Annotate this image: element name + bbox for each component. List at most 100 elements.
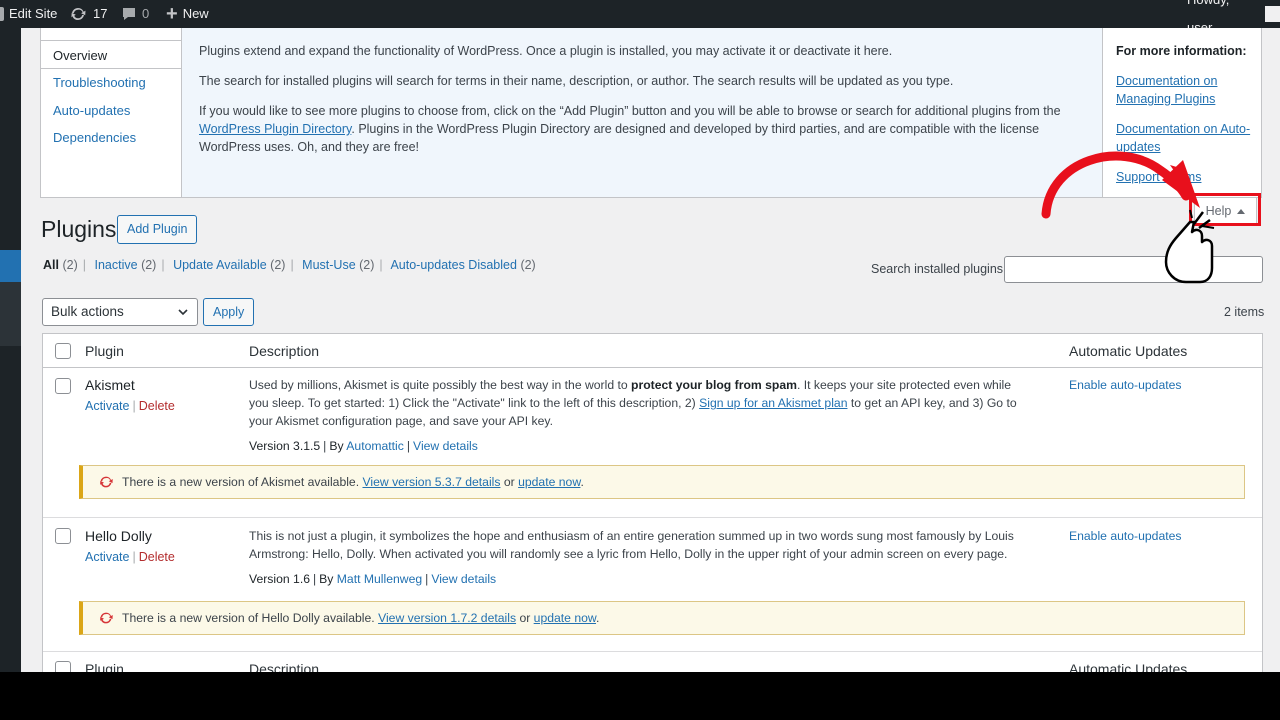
column-footer-description: Description xyxy=(249,661,320,672)
my-account-link[interactable]: Howdy, user xyxy=(1187,0,1280,35)
enable-auto-updates-link[interactable]: Enable auto-updates xyxy=(1069,378,1182,392)
by-label: By xyxy=(319,572,334,586)
enable-auto-updates-link[interactable]: Enable auto-updates xyxy=(1069,529,1182,543)
desc-bold: protect your blog from spam xyxy=(631,378,797,392)
help-tab-troubleshooting[interactable]: Troubleshooting xyxy=(53,75,146,90)
update-notice: There is a new version of Akismet availa… xyxy=(79,465,1245,499)
items-count: 2 items xyxy=(1224,305,1265,319)
update-now-link[interactable]: update now xyxy=(534,611,596,625)
bulk-actions-value: Bulk actions xyxy=(51,304,124,319)
akismet-signup-link[interactable]: Sign up for an Akismet plan xyxy=(699,396,847,410)
select-all-checkbox[interactable] xyxy=(55,343,71,359)
author-link[interactable]: Automattic xyxy=(346,439,404,453)
column-header-auto-updates: Automatic Updates xyxy=(1069,343,1188,359)
update-icon xyxy=(100,612,113,624)
table-row: Akismet Activate | Delete Used by millions… xyxy=(43,368,1262,518)
table-row: Hello Dolly Activate | Delete This is not … xyxy=(43,518,1262,652)
edit-site-label: Edit Site xyxy=(9,6,58,21)
avatar xyxy=(1264,6,1280,22)
updates-link[interactable]: 17 xyxy=(68,0,107,28)
plugin-version-line: Version 3.1.5 | By Automattic | View details xyxy=(249,439,478,453)
plugin-checkbox[interactable] xyxy=(55,378,71,394)
filter-inactive-count: (2) xyxy=(141,258,157,272)
edit-site-link[interactable]: Edit Site xyxy=(0,0,57,28)
view-version-link[interactable]: View version 1.7.2 details xyxy=(378,611,516,625)
view-version-link[interactable]: View version 5.3.7 details xyxy=(362,475,500,489)
bulk-actions-select[interactable]: Bulk actions xyxy=(42,298,198,326)
doc-managing-plugins-link[interactable]: Documentation on Managing Plugins xyxy=(1116,72,1256,108)
notice-message: There is a new version of Akismet availa… xyxy=(122,475,360,489)
column-footer-auto-updates: Automatic Updates xyxy=(1069,661,1188,672)
filter-all[interactable]: All xyxy=(43,258,59,272)
plugin-directory-link[interactable]: WordPress Plugin Directory xyxy=(199,122,351,136)
help-paragraph-2: The search for installed plugins will se… xyxy=(199,74,954,88)
highlight-box xyxy=(1189,193,1261,226)
author-link[interactable]: Matt Mullenweg xyxy=(337,572,422,586)
comments-link[interactable]: 0 xyxy=(121,0,149,28)
select-all-checkbox-footer[interactable] xyxy=(55,661,71,672)
delete-link[interactable]: Delete xyxy=(139,399,175,413)
support-forums-link[interactable]: Support forums xyxy=(1116,168,1256,186)
update-icon xyxy=(100,476,113,488)
filter-inactive[interactable]: Inactive xyxy=(94,258,137,272)
plugin-actions: Activate | Delete xyxy=(85,399,175,413)
admin-menu-sidebar xyxy=(0,28,21,672)
notice-text: There is a new version of Hello Dolly av… xyxy=(122,611,599,625)
comment-icon xyxy=(123,8,135,20)
plugin-version: Version 1.6 xyxy=(249,572,310,586)
plugin-checkbox[interactable] xyxy=(55,528,71,544)
activate-link[interactable]: Activate xyxy=(85,399,129,413)
filter-update-available[interactable]: Update Available xyxy=(173,258,267,272)
filter-auto-updates-disabled[interactable]: Auto-updates Disabled xyxy=(390,258,516,272)
updates-count: 17 xyxy=(93,6,108,21)
view-details-link[interactable]: View details xyxy=(413,439,478,453)
filter-must-use[interactable]: Must-Use xyxy=(302,258,355,272)
activate-link[interactable]: Activate xyxy=(85,550,129,564)
help-tab-dependencies[interactable]: Dependencies xyxy=(53,130,136,145)
plugin-name: Akismet xyxy=(85,377,135,393)
search-label: Search installed plugins xyxy=(871,262,1004,276)
doc-auto-updates-link[interactable]: Documentation on Auto-updates xyxy=(1116,120,1256,156)
help-sidebar: For more information: Documentation on M… xyxy=(1116,42,1256,198)
active-menu-arrow xyxy=(14,258,21,274)
update-now-link[interactable]: update now xyxy=(518,475,580,489)
admin-bar: Edit Site 17 0 + New Howdy, user xyxy=(0,0,1280,35)
status-filters: All (2) | Inactive (2) | Update Available … xyxy=(43,258,536,272)
comments-count: 0 xyxy=(142,6,150,21)
notice-end: . xyxy=(596,611,600,625)
new-content-link[interactable]: + New xyxy=(166,0,209,28)
help-content: Plugins extend and expand the functional… xyxy=(181,28,1103,197)
help-tab-overview[interactable]: Overview xyxy=(41,40,182,69)
filter-auto-updates-disabled-count: (2) xyxy=(520,258,536,272)
wordpress-icon xyxy=(0,7,4,21)
by-label: By xyxy=(329,439,344,453)
help-paragraph-1: Plugins extend and expand the functional… xyxy=(199,44,893,58)
desc-text: Used by millions, Akismet is quite possi… xyxy=(249,378,632,392)
add-plugin-button[interactable]: Add Plugin xyxy=(117,215,198,244)
help-tabs: Overview Troubleshooting Auto-updates De… xyxy=(41,28,182,197)
chevron-down-icon xyxy=(178,309,188,316)
letterbox-bar xyxy=(0,672,1280,720)
help-tab-auto-updates[interactable]: Auto-updates xyxy=(53,103,130,118)
table-footer: Plugin Description Automatic Updates xyxy=(43,652,1262,672)
page-title: Plugins xyxy=(41,216,117,242)
delete-link[interactable]: Delete xyxy=(139,550,175,564)
main-content: Overview Troubleshooting Auto-updates De… xyxy=(21,28,1280,672)
plugin-description: Used by millions, Akismet is quite possi… xyxy=(249,376,1029,430)
plugin-version: Version 3.1.5 xyxy=(249,439,321,453)
plugin-description: This is not just a plugin, it symbolizes… xyxy=(249,529,1014,561)
notice-or: or xyxy=(503,475,515,489)
notice-or: or xyxy=(519,611,531,625)
admin-submenu xyxy=(0,282,21,346)
view-details-link[interactable]: View details xyxy=(431,572,496,586)
update-notice: There is a new version of Hello Dolly av… xyxy=(79,601,1245,635)
help-paragraph-3: If you would like to see more plugins to… xyxy=(199,102,1085,156)
new-label: New xyxy=(182,6,209,21)
filter-must-use-count: (2) xyxy=(359,258,375,272)
column-footer-plugin: Plugin xyxy=(85,661,124,672)
search-plugins-input[interactable] xyxy=(1004,256,1263,283)
filter-all-count: (2) xyxy=(62,258,78,272)
help-sidebar-heading: For more information: xyxy=(1116,44,1247,58)
help-p3-text-a: If you would like to see more plugins to… xyxy=(199,104,1061,118)
apply-button[interactable]: Apply xyxy=(203,298,255,326)
